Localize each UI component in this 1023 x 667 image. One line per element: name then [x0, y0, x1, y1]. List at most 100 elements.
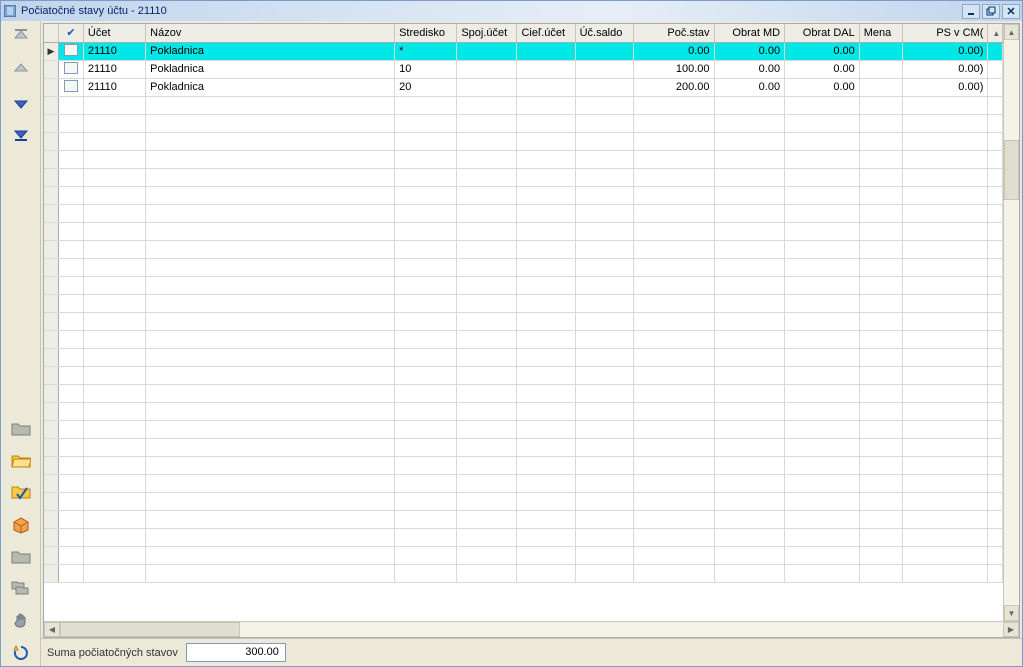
- row-header[interactable]: [44, 402, 59, 420]
- cell-spoj[interactable]: [457, 78, 517, 96]
- cell-mena[interactable]: [859, 60, 903, 78]
- table-row-empty[interactable]: [44, 330, 1003, 348]
- table-row-empty[interactable]: [44, 114, 1003, 132]
- row-header[interactable]: [44, 456, 59, 474]
- row-header[interactable]: [44, 240, 59, 258]
- table-row[interactable]: 21110Pokladnica10100.000.000.000.00): [44, 60, 1003, 78]
- folder-open-button[interactable]: [6, 448, 36, 474]
- hand-tool-button[interactable]: [6, 608, 36, 634]
- col-nazov[interactable]: Názov: [146, 24, 395, 42]
- table-row-empty[interactable]: [44, 384, 1003, 402]
- col-check[interactable]: ✔: [59, 24, 84, 42]
- table-row[interactable]: 21110Pokladnica20200.000.000.000.00): [44, 78, 1003, 96]
- table-row[interactable]: ▶21110Pokladnica*0.000.000.000.00): [44, 42, 1003, 60]
- cell-dal[interactable]: 0.00: [785, 42, 860, 60]
- cell-dal[interactable]: 0.00: [785, 78, 860, 96]
- row-header[interactable]: [44, 492, 59, 510]
- col-spoj[interactable]: Spoj.účet: [457, 24, 517, 42]
- close-button[interactable]: [1002, 4, 1020, 19]
- row-checkbox[interactable]: [64, 44, 78, 56]
- vscroll-track[interactable]: [1004, 40, 1019, 605]
- cell-ciel[interactable]: [517, 42, 575, 60]
- row-header[interactable]: [44, 222, 59, 240]
- nav-first-button[interactable]: [6, 25, 36, 51]
- table-row-empty[interactable]: [44, 168, 1003, 186]
- table-row-empty[interactable]: [44, 96, 1003, 114]
- table-row-empty[interactable]: [44, 240, 1003, 258]
- table-row-empty[interactable]: [44, 132, 1003, 150]
- table-row-empty[interactable]: [44, 474, 1003, 492]
- table-row-empty[interactable]: [44, 294, 1003, 312]
- row-header[interactable]: [44, 438, 59, 456]
- col-poc[interactable]: Poč.stav: [633, 24, 714, 42]
- cell-mena[interactable]: [859, 42, 903, 60]
- scroll-up-arrow-icon[interactable]: ▲: [1004, 24, 1019, 40]
- row-header[interactable]: [44, 276, 59, 294]
- cell-stredisko[interactable]: 10: [395, 60, 457, 78]
- scroll-right-arrow-icon[interactable]: ▶: [1003, 622, 1019, 637]
- col-stredisko[interactable]: Stredisko: [395, 24, 457, 42]
- row-header[interactable]: [44, 564, 59, 582]
- minimize-button[interactable]: [962, 4, 980, 19]
- row-header[interactable]: ▶: [44, 42, 59, 60]
- col-md[interactable]: Obrat MD: [714, 24, 785, 42]
- table-row-empty[interactable]: [44, 420, 1003, 438]
- table-row-empty[interactable]: [44, 348, 1003, 366]
- table-row-empty[interactable]: [44, 312, 1003, 330]
- cell-saldo[interactable]: [575, 78, 633, 96]
- row-header[interactable]: [44, 132, 59, 150]
- row-header[interactable]: [44, 204, 59, 222]
- cell-pscm[interactable]: 0.00): [903, 60, 988, 78]
- table-row-empty[interactable]: [44, 510, 1003, 528]
- cell-ucet[interactable]: 21110: [83, 42, 145, 60]
- table-row-empty[interactable]: [44, 402, 1003, 420]
- cell-stredisko[interactable]: *: [395, 42, 457, 60]
- row-header[interactable]: [44, 96, 59, 114]
- cell-spoj[interactable]: [457, 60, 517, 78]
- row-header[interactable]: [44, 510, 59, 528]
- row-header[interactable]: [44, 366, 59, 384]
- cell-dal[interactable]: 0.00: [785, 60, 860, 78]
- cell-saldo[interactable]: [575, 60, 633, 78]
- table-row-empty[interactable]: [44, 438, 1003, 456]
- row-header[interactable]: [44, 546, 59, 564]
- row-header[interactable]: [44, 474, 59, 492]
- nav-last-button[interactable]: [6, 121, 36, 147]
- cell-ucet[interactable]: 21110: [83, 78, 145, 96]
- folder-check-button[interactable]: [6, 480, 36, 506]
- row-header[interactable]: [44, 186, 59, 204]
- col-rowhead[interactable]: [44, 24, 59, 42]
- row-header[interactable]: [44, 114, 59, 132]
- row-header[interactable]: [44, 420, 59, 438]
- table-row-empty[interactable]: [44, 456, 1003, 474]
- hscroll-track[interactable]: [60, 622, 1003, 637]
- cell-poc[interactable]: 0.00: [633, 42, 714, 60]
- row-header[interactable]: [44, 384, 59, 402]
- col-mena[interactable]: Mena: [859, 24, 903, 42]
- table-row-empty[interactable]: [44, 492, 1003, 510]
- row-header[interactable]: [44, 330, 59, 348]
- maximize-button[interactable]: [982, 4, 1000, 19]
- row-header[interactable]: [44, 528, 59, 546]
- cell-pscm[interactable]: 0.00): [903, 78, 988, 96]
- row-header[interactable]: [44, 168, 59, 186]
- row-header[interactable]: [44, 150, 59, 168]
- row-header[interactable]: [44, 294, 59, 312]
- cell-nazov[interactable]: Pokladnica: [146, 42, 395, 60]
- folder-closed-button-1[interactable]: [6, 416, 36, 442]
- cell-saldo[interactable]: [575, 42, 633, 60]
- cell-poc[interactable]: 100.00: [633, 60, 714, 78]
- row-header[interactable]: [44, 312, 59, 330]
- table-row-empty[interactable]: [44, 204, 1003, 222]
- refresh-button[interactable]: [6, 640, 36, 666]
- col-ciel[interactable]: Cieľ.účet: [517, 24, 575, 42]
- cell-pscm[interactable]: 0.00): [903, 42, 988, 60]
- hscroll-thumb[interactable]: [60, 622, 240, 637]
- cell-check[interactable]: [59, 60, 84, 78]
- table-row-empty[interactable]: [44, 258, 1003, 276]
- table-row-empty[interactable]: [44, 186, 1003, 204]
- row-checkbox[interactable]: [64, 80, 78, 92]
- col-sort-indicator[interactable]: ▲: [988, 24, 1003, 42]
- cell-check[interactable]: [59, 78, 84, 96]
- col-saldo[interactable]: Úč.saldo: [575, 24, 633, 42]
